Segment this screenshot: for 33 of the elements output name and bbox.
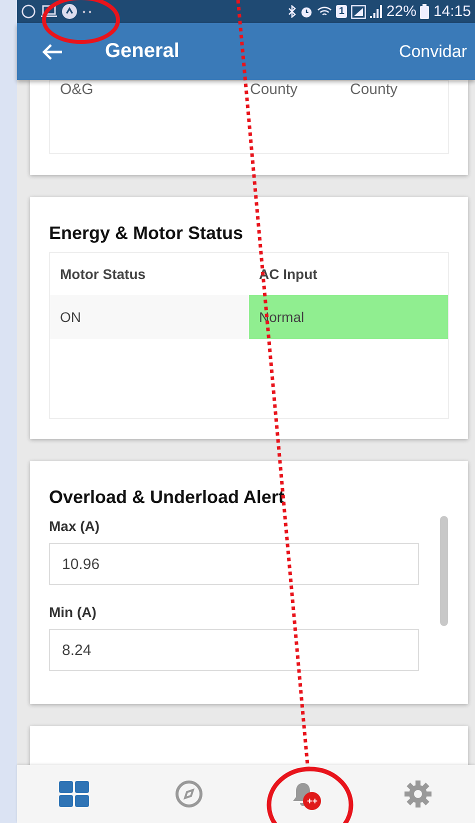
card-title: Overload & Underload Alert [49,487,286,508]
field-label: Max (A) [49,518,101,534]
alarm-icon [300,5,313,18]
wifi-icon [316,5,332,18]
table-cell-text: County [350,81,399,98]
table-cell-text: O&G [60,81,94,98]
card-title: Energy & Motor Status [49,223,244,244]
dots-icon [82,10,92,14]
table-cell: Normal [249,295,448,339]
signal-bars-icon [370,5,382,18]
grid-icon [59,781,90,807]
battery-icon [420,4,430,19]
page-title: General [105,40,180,63]
nav-tab[interactable]: ++ [246,765,360,823]
bluetooth-icon [288,5,296,18]
scrollbar-thumb[interactable] [440,516,448,626]
table-cell-text: County [250,81,299,98]
sim-badge: 1 [336,5,348,18]
battery-percent: 22% [386,3,416,20]
settings-icon [404,780,432,808]
field-label: Min (A) [49,604,98,620]
chat-icon [21,4,36,19]
invite-button[interactable]: Convidar [398,42,467,62]
input-field[interactable]: 10.96 [49,543,419,585]
laptop-icon [41,5,57,18]
compass-icon [174,780,203,808]
clock-time: 14:15 [433,3,471,20]
signal-icon [351,4,366,18]
table-cell-text: ON [59,308,82,327]
input-field[interactable]: 8.24 [49,629,419,671]
column-header: Motor Status [59,266,147,282]
caret-circle-icon [62,4,77,19]
notification-badge: ++ [303,792,322,810]
